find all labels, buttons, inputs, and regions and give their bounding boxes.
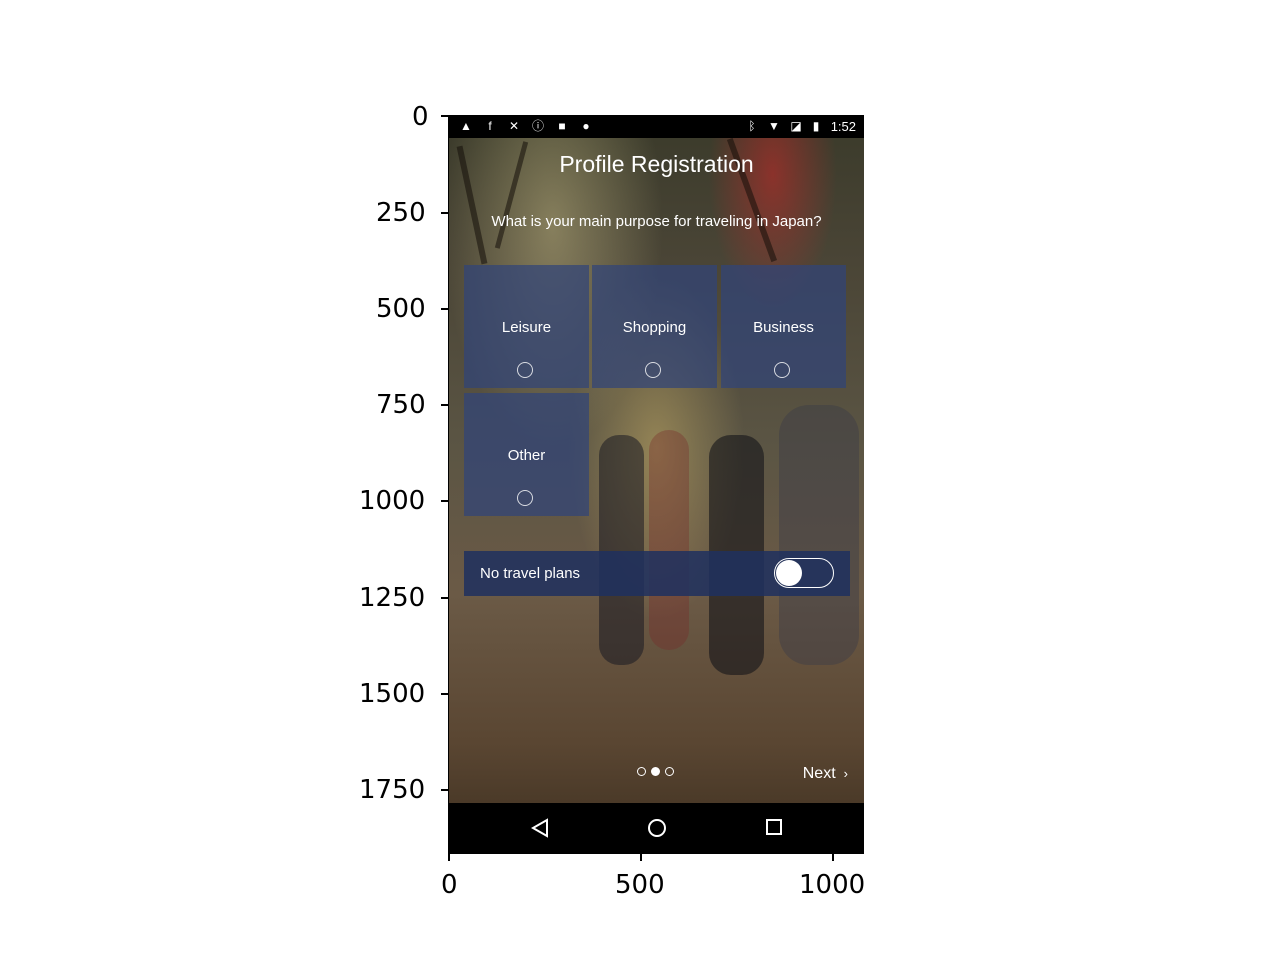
no-travel-plans-toggle[interactable] bbox=[774, 558, 834, 588]
question-text: What is your main purpose for traveling … bbox=[491, 213, 822, 230]
no-travel-plans-row: No travel plans bbox=[464, 551, 850, 596]
y-tick-label: 500 bbox=[376, 294, 426, 324]
radio-button[interactable] bbox=[645, 362, 661, 378]
y-tick-label: 0 bbox=[412, 102, 429, 132]
y-tick-mark bbox=[441, 693, 448, 695]
y-tick-label: 1750 bbox=[359, 775, 426, 805]
y-tick-mark bbox=[441, 308, 448, 310]
crowd-figure bbox=[649, 430, 689, 650]
radio-button[interactable] bbox=[774, 362, 790, 378]
chevron-right-icon: › bbox=[843, 766, 848, 781]
x-tick-mark bbox=[832, 854, 834, 861]
lock-icon: ■ bbox=[558, 119, 566, 133]
wifi-off-icon: ✕ bbox=[508, 119, 520, 133]
radio-button[interactable] bbox=[517, 362, 533, 378]
y-tick-mark bbox=[441, 115, 448, 117]
y-tick-label: 1250 bbox=[359, 583, 426, 613]
x-tick-label: 1000 bbox=[799, 870, 866, 900]
facebook-icon: f bbox=[488, 119, 492, 133]
option-other[interactable]: Other bbox=[464, 393, 589, 516]
android-icon: ● bbox=[582, 119, 590, 133]
x-tick-label: 500 bbox=[615, 870, 665, 900]
crowd-figure bbox=[779, 405, 859, 665]
y-tick-label: 250 bbox=[376, 198, 426, 228]
crowd-figure bbox=[599, 435, 644, 665]
toggle-knob bbox=[776, 560, 802, 586]
no-sim-icon: ◪ bbox=[790, 119, 802, 133]
y-tick-mark bbox=[441, 500, 448, 502]
status-time: 1:52 bbox=[830, 119, 856, 134]
page-title: Profile Registration bbox=[559, 151, 754, 177]
x-tick-label: 0 bbox=[441, 870, 458, 900]
phone-screen: ▲ f ✕ ⓘ ■ ● ᛒ ▼ ◪ ▮ 1:52 Profile Registr… bbox=[448, 115, 864, 854]
navigation-bar bbox=[449, 803, 864, 853]
radio-button[interactable] bbox=[517, 490, 533, 506]
page-dot-active bbox=[651, 767, 660, 776]
option-label: Leisure bbox=[501, 319, 552, 336]
recents-icon[interactable] bbox=[765, 818, 783, 836]
option-label: Shopping bbox=[622, 319, 687, 336]
home-icon[interactable] bbox=[647, 818, 667, 838]
bluetooth-icon: ᛒ bbox=[748, 119, 756, 133]
status-bar: ▲ f ✕ ⓘ ■ ● ᛒ ▼ ◪ ▮ 1:52 bbox=[449, 115, 864, 138]
next-button[interactable]: Next › bbox=[803, 765, 848, 783]
x-tick-mark bbox=[448, 854, 450, 861]
x-tick-mark bbox=[640, 854, 642, 861]
wifi-icon: ▼ bbox=[768, 119, 780, 133]
y-tick-label: 1500 bbox=[359, 679, 426, 709]
page-dot bbox=[665, 767, 674, 776]
page-dot bbox=[637, 767, 646, 776]
warning-icon: ▲ bbox=[460, 119, 472, 133]
option-label: Business bbox=[753, 319, 814, 336]
page-indicator bbox=[637, 767, 677, 779]
battery-icon: ▮ bbox=[812, 119, 820, 133]
y-tick-label: 1000 bbox=[359, 486, 426, 516]
option-shopping[interactable]: Shopping bbox=[592, 265, 717, 388]
option-leisure[interactable]: Leisure bbox=[464, 265, 589, 388]
no-travel-plans-label: No travel plans bbox=[480, 565, 581, 582]
y-tick-mark bbox=[441, 789, 448, 791]
y-tick-mark bbox=[441, 597, 448, 599]
y-tick-mark bbox=[441, 404, 448, 406]
y-tick-label: 750 bbox=[376, 390, 426, 420]
info-circle-icon: ⓘ bbox=[531, 119, 544, 133]
next-label: Next bbox=[802, 765, 836, 782]
option-label: Other bbox=[507, 447, 546, 464]
y-tick-mark bbox=[441, 212, 448, 214]
back-icon[interactable] bbox=[531, 818, 549, 838]
option-business[interactable]: Business bbox=[721, 265, 846, 388]
